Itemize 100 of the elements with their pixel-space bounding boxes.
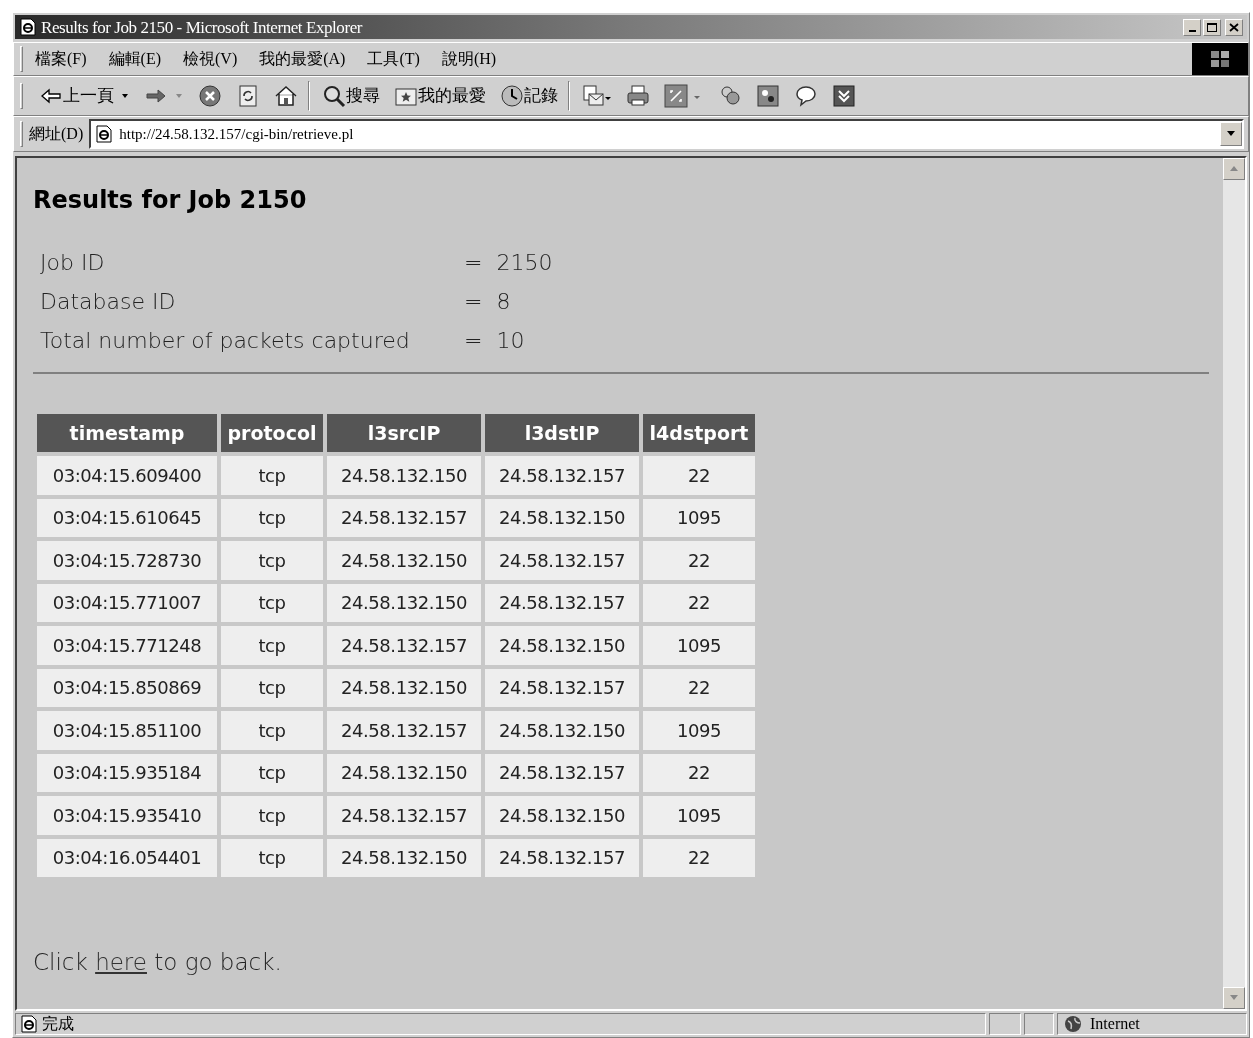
refresh-icon — [236, 84, 260, 108]
speech-bubble-icon — [794, 84, 818, 108]
table-cell: 24.58.132.150 — [485, 711, 639, 750]
table-cell: 24.58.132.150 — [485, 796, 639, 835]
printer-icon — [626, 84, 650, 108]
table-cell: 03:04:15.771248 — [37, 626, 217, 665]
page-icon — [20, 1014, 38, 1033]
history-button[interactable]: 記錄 — [496, 81, 562, 111]
table-cell: 24.58.132.157 — [485, 753, 639, 792]
summary-label: Database ID — [40, 288, 177, 316]
table-cell: 22 — [643, 583, 755, 622]
table-cell: 03:04:15.610645 — [37, 498, 217, 537]
table-cell: 24.58.132.157 — [327, 796, 481, 835]
table-cell: 24.58.132.157 — [485, 583, 639, 622]
menu-item[interactable]: 檔案(F) — [35, 47, 87, 71]
page-heading: Results for Job 2150 — [33, 185, 308, 216]
page-icon — [95, 125, 114, 143]
scroll-down-button[interactable] — [1223, 987, 1245, 1009]
summary-value: 2150 — [496, 249, 553, 277]
table-cell: 22 — [643, 668, 755, 707]
menu-item[interactable]: 檢視(V) — [183, 47, 238, 71]
close-button[interactable] — [1225, 18, 1243, 36]
house-icon — [274, 84, 298, 108]
search-button[interactable]: 搜尋 — [318, 81, 384, 111]
table-cell: tcp — [221, 583, 323, 622]
table-cell: 22 — [643, 753, 755, 792]
table-cell: 24.58.132.150 — [327, 753, 481, 792]
table-cell: 1095 — [643, 498, 755, 537]
summary-label: Job ID — [40, 249, 106, 277]
maximize-button[interactable] — [1203, 18, 1221, 36]
status-panel — [989, 1012, 1021, 1035]
caret-icon — [120, 93, 130, 99]
windows-logo-icon — [1209, 49, 1231, 69]
summary-value: 8 — [496, 288, 512, 316]
table-cell: 03:04:15.935184 — [37, 753, 217, 792]
browser-icon — [19, 18, 37, 36]
table-cell: 24.58.132.157 — [327, 626, 481, 665]
table-cell: 03:04:15.771007 — [37, 583, 217, 622]
address-label: 網址(D) — [29, 124, 84, 145]
table-cell: 1095 — [643, 626, 755, 665]
table-cell: 03:04:15.850869 — [37, 668, 217, 707]
globe-icon — [1064, 1014, 1082, 1033]
table-cell: tcp — [221, 668, 323, 707]
envelope-icon — [582, 84, 612, 108]
stop-icon — [198, 84, 222, 108]
table-cell: 24.58.132.150 — [485, 498, 639, 537]
table-cell: 03:04:15.935410 — [37, 796, 217, 835]
messenger-icon — [756, 84, 780, 108]
table-cell: 03:04:15.728730 — [37, 541, 217, 580]
menu-item[interactable]: 我的最愛(A) — [259, 47, 346, 71]
address-field[interactable]: http://24.58.132.157/cgi-bin/retrieve.pl — [89, 119, 1244, 149]
dropdown-button[interactable] — [1220, 122, 1242, 146]
table-cell: 22 — [643, 541, 755, 580]
table-cell: tcp — [221, 711, 323, 750]
table-cell: 24.58.132.157 — [485, 541, 639, 580]
table-cell: 24.58.132.150 — [327, 668, 481, 707]
table-cell: 1095 — [643, 796, 755, 835]
column-header: protocol — [221, 414, 323, 452]
column-header: l3dstIP — [485, 414, 639, 452]
caret-icon — [174, 93, 184, 99]
table-cell: 24.58.132.157 — [485, 838, 639, 877]
table-cell: tcp — [221, 753, 323, 792]
table-cell: tcp — [221, 796, 323, 835]
caret-icon — [1226, 131, 1236, 137]
equals-sign: = — [464, 327, 483, 355]
menu-item[interactable]: 編輯(E) — [108, 47, 161, 71]
clock-icon — [500, 84, 524, 108]
status-text: 完成 — [42, 1013, 74, 1034]
column-header: l3srcIP — [327, 414, 481, 452]
table-cell: 24.58.132.157 — [485, 668, 639, 707]
summary-value: 10 — [496, 327, 526, 355]
table-cell: 22 — [643, 838, 755, 877]
favorites-button[interactable]: 我的最愛 — [390, 81, 490, 111]
scroll-up-button[interactable] — [1223, 158, 1245, 180]
minimize-button[interactable] — [1183, 18, 1201, 36]
menu-item[interactable]: 工具(T) — [367, 47, 420, 71]
table-cell: 22 — [643, 456, 755, 495]
column-header: timestamp — [37, 414, 217, 452]
table-cell: 24.58.132.150 — [327, 541, 481, 580]
table-cell: 1095 — [643, 711, 755, 750]
back-button[interactable]: 上一頁 — [35, 81, 134, 111]
search-icon — [322, 84, 346, 108]
table-cell: 24.58.132.150 — [327, 838, 481, 877]
window-title: Results for Job 2150 - Microsoft Internet Explorer — [41, 18, 363, 36]
zone-label: Internet — [1090, 1013, 1140, 1034]
menu-item[interactable]: 說明(H) — [441, 47, 497, 71]
vertical-scrollbar[interactable] — [1223, 158, 1245, 1009]
close-icon — [1229, 22, 1239, 32]
table-cell: tcp — [221, 541, 323, 580]
table-cell: 03:04:15.851100 — [37, 711, 217, 750]
back-instruction: Click here to go back. — [33, 948, 283, 977]
table-cell: tcp — [221, 456, 323, 495]
table-cell: 24.58.132.157 — [327, 498, 481, 537]
status-panel — [1024, 1012, 1054, 1035]
equals-sign: = — [464, 288, 483, 316]
table-cell: tcp — [221, 498, 323, 537]
table-cell: tcp — [221, 626, 323, 665]
back-link[interactable]: here — [95, 949, 147, 975]
table-cell: 24.58.132.150 — [327, 456, 481, 495]
equals-sign: = — [464, 249, 483, 277]
